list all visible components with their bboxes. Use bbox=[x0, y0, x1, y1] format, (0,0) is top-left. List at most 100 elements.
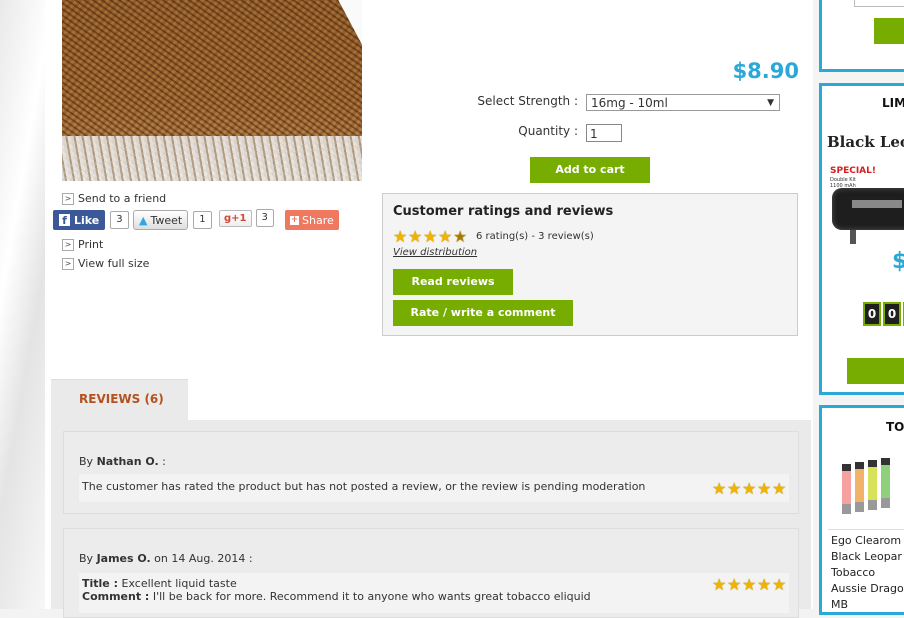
star-icon: ★ bbox=[712, 479, 727, 498]
review-stars: ★ ★ ★ ★ ★ bbox=[712, 575, 787, 594]
view-full-size-link[interactable]: > View full size bbox=[62, 257, 149, 270]
tab-reviews-label: REVIEWS (6) bbox=[79, 392, 164, 406]
sidebar-box-top bbox=[819, 0, 904, 72]
sidebar-input[interactable] bbox=[854, 0, 904, 7]
review-title: Excellent liquid taste bbox=[121, 577, 237, 590]
review-item: By James O. on 14 Aug. 2014 : Title : Ex… bbox=[63, 528, 799, 618]
read-reviews-button[interactable]: Read reviews bbox=[393, 269, 513, 295]
divider bbox=[828, 529, 904, 530]
sidebar-box-limited: LIM Black Leop SPECIAL! Double Kit 1100 … bbox=[819, 83, 904, 395]
google-plus[interactable]: g+1 3 bbox=[219, 208, 274, 228]
facebook-like[interactable]: f Like 3 bbox=[53, 210, 129, 230]
arrow-right-icon: > bbox=[62, 192, 74, 205]
sidebar-green-button[interactable] bbox=[874, 18, 904, 44]
review-author: James O. bbox=[96, 552, 151, 565]
by-prefix: By bbox=[79, 552, 94, 565]
quantity-input[interactable]: 1 bbox=[586, 124, 622, 142]
list-item[interactable]: Black Leopar bbox=[831, 549, 904, 565]
review-author-line: By James O. on 14 Aug. 2014 : bbox=[79, 552, 253, 565]
star-icon: ★ bbox=[712, 575, 727, 594]
by-prefix: By bbox=[79, 455, 94, 468]
tweet-count: 1 bbox=[193, 211, 212, 229]
review-date: : bbox=[162, 455, 166, 468]
like-label: Like bbox=[74, 213, 100, 227]
review-body: The customer has rated the product but h… bbox=[79, 474, 789, 502]
send-to-friend-link[interactable]: > Send to a friend bbox=[62, 192, 166, 205]
twitter-bird-icon: ▲ bbox=[139, 213, 148, 227]
ratings-title: Customer ratings and reviews bbox=[393, 204, 614, 219]
clearomizer-pink bbox=[842, 464, 851, 514]
review-author-line: By Nathan O. : bbox=[79, 455, 166, 468]
sidebar-box-title: TO bbox=[886, 420, 904, 434]
special-badge: SPECIAL! bbox=[830, 166, 876, 176]
send-to-friend-label: Send to a friend bbox=[78, 192, 167, 205]
star-icon: ★ bbox=[772, 479, 787, 498]
share-button-inner[interactable]: + Share bbox=[285, 210, 339, 230]
gplus-count: 3 bbox=[255, 209, 274, 227]
list-item[interactable]: Aussie Drago bbox=[831, 581, 904, 597]
view-distribution-link[interactable]: View distribution bbox=[393, 247, 477, 258]
like-count: 3 bbox=[110, 211, 129, 229]
google-plus-button[interactable]: g+1 bbox=[219, 209, 252, 227]
strength-label: Select Strength : bbox=[477, 94, 578, 108]
tweet-button[interactable]: ▲ Tweet bbox=[133, 210, 189, 230]
tab-reviews[interactable]: REVIEWS (6) bbox=[51, 379, 188, 421]
view-full-size-label: View full size bbox=[78, 257, 150, 270]
list-item[interactable]: Tobacco bbox=[831, 565, 904, 581]
sidebar-product-image[interactable]: SPECIAL! Double Kit 1100 mAh bbox=[830, 166, 904, 246]
top-sellers-list: Ego Clearom Black Leopar Tobacco Aussie … bbox=[831, 533, 904, 613]
review-date: on 14 Aug. 2014 : bbox=[150, 552, 253, 565]
image-ash-texture bbox=[62, 136, 362, 181]
rate-write-comment-button[interactable]: Rate / write a comment bbox=[393, 300, 573, 326]
dropdown-caret-icon: ▼ bbox=[767, 98, 774, 108]
countdown-digit: 0 bbox=[863, 302, 881, 326]
ratings-box: Customer ratings and reviews ★ ★ ★ ★ ★ 6… bbox=[382, 193, 798, 336]
star-icon: ★ bbox=[438, 227, 453, 246]
add-to-cart-button[interactable]: Add to cart bbox=[530, 157, 650, 183]
strength-select[interactable]: 16mg - 10ml ▼ bbox=[586, 94, 780, 111]
product-price: $8.90 bbox=[732, 59, 799, 83]
facebook-icon: f bbox=[59, 214, 70, 227]
sidebar-buy-button[interactable] bbox=[847, 358, 904, 384]
countdown-timer: 0 0 0 bbox=[863, 302, 904, 326]
clearomizer-image[interactable] bbox=[840, 458, 900, 518]
average-rating-stars: ★ ★ ★ ★ ★ bbox=[393, 227, 468, 246]
rating-summary: 6 rating(s) - 3 review(s) bbox=[476, 231, 594, 242]
star-icon: ★ bbox=[727, 479, 742, 498]
review-author: Nathan O. bbox=[96, 455, 159, 468]
comment-label: Comment : bbox=[82, 590, 150, 603]
countdown-digit: 0 bbox=[883, 302, 901, 326]
review-stars: ★ ★ ★ ★ ★ bbox=[712, 479, 787, 498]
arrow-right-icon: > bbox=[62, 238, 74, 251]
sidebar-price: $ bbox=[892, 249, 904, 274]
plus-icon: + bbox=[290, 214, 299, 225]
list-item[interactable]: Ego Clearom bbox=[831, 533, 904, 549]
facebook-like-button[interactable]: f Like bbox=[53, 210, 106, 230]
print-label: Print bbox=[78, 238, 104, 251]
print-link[interactable]: > Print bbox=[62, 238, 103, 251]
sidebar-box-title: LIM bbox=[882, 96, 904, 110]
review-comment: I'll be back for more. Recommend it to a… bbox=[152, 590, 591, 603]
image-cigarette bbox=[317, 0, 362, 128]
star-icon: ★ bbox=[408, 227, 423, 246]
case-device bbox=[852, 200, 902, 208]
twitter-tweet[interactable]: ▲ Tweet 1 bbox=[133, 210, 212, 230]
sidebar-product-name[interactable]: Black Leop bbox=[827, 133, 904, 151]
share-label: Share bbox=[302, 213, 334, 227]
share-button[interactable]: + Share bbox=[285, 210, 339, 230]
star-icon: ★ bbox=[742, 575, 757, 594]
star-icon: ★ bbox=[423, 227, 438, 246]
background-left bbox=[0, 0, 45, 609]
quantity-label: Quantity : bbox=[518, 124, 578, 138]
star-icon: ★ bbox=[727, 575, 742, 594]
tweet-label: Tweet bbox=[150, 213, 183, 227]
review-comment-line: Comment : I'll be back for more. Recomme… bbox=[82, 590, 591, 603]
product-image[interactable] bbox=[62, 0, 362, 181]
list-item[interactable]: MB bbox=[831, 597, 904, 613]
star-icon: ★ bbox=[757, 479, 772, 498]
clearomizer-orange bbox=[855, 462, 864, 512]
star-icon: ★ bbox=[757, 575, 772, 594]
product-case-graphic bbox=[832, 188, 904, 230]
review-item: By Nathan O. : The customer has rated th… bbox=[63, 431, 799, 514]
clearomizer-green bbox=[881, 458, 890, 508]
